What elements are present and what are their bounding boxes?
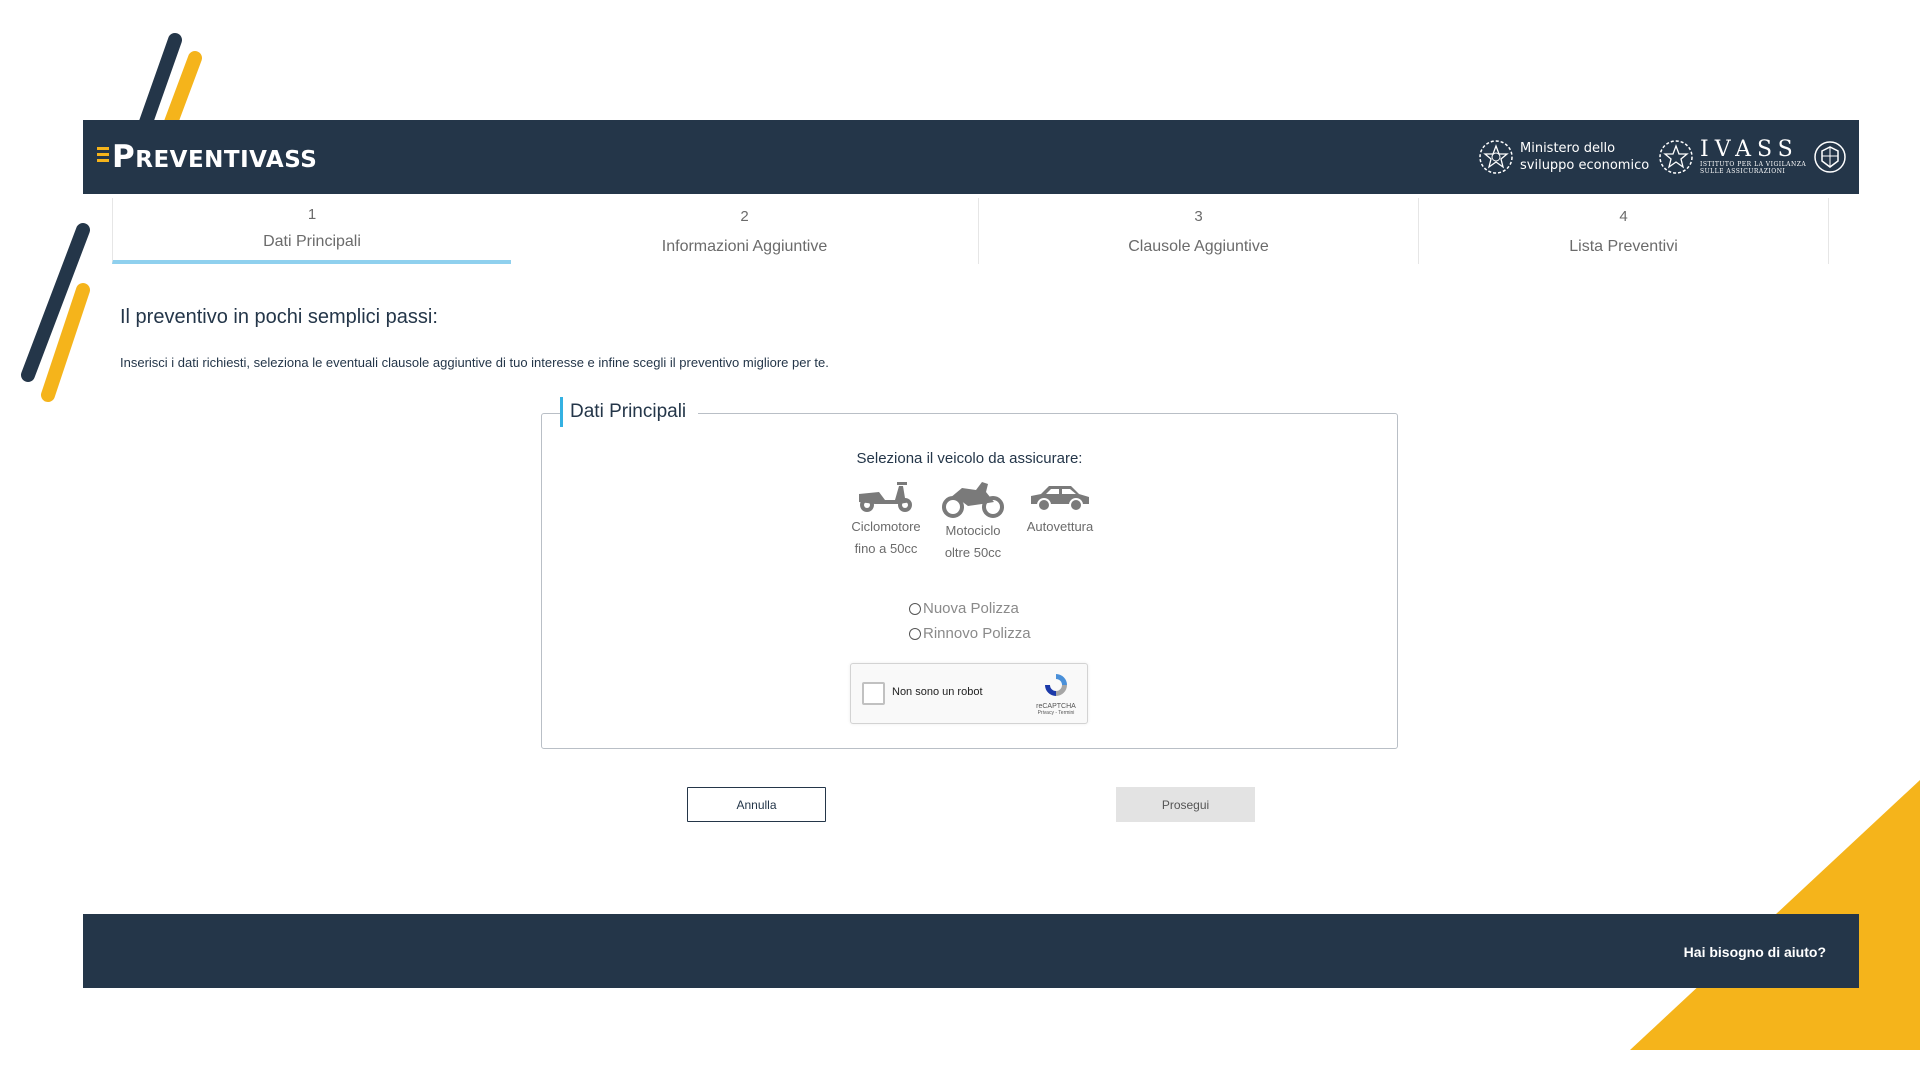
intro-text: Inserisci i dati richiesti, seleziona le… bbox=[120, 355, 829, 370]
vehicle-prompt: Seleziona il veicolo da assicurare: bbox=[856, 450, 1083, 467]
menu-bars-icon bbox=[97, 146, 109, 162]
ivass-crest-icon bbox=[1814, 141, 1846, 173]
step-label: Lista Preventivi bbox=[1569, 238, 1678, 255]
italian-emblem-icon bbox=[1479, 140, 1513, 174]
motorcycle-icon bbox=[942, 482, 1004, 518]
radio-circle[interactable] bbox=[909, 627, 921, 640]
recaptcha-widget: Non sono un robot reCAPTCHA Privacy - Te… bbox=[850, 663, 1088, 724]
scooter-icon bbox=[859, 482, 912, 512]
next-button[interactable]: Prosegui bbox=[1116, 787, 1255, 822]
vehicle-ciclomotore[interactable]: Ciclomotore fino a 50cc bbox=[843, 478, 929, 560]
radio-label: Rinnovo Polizza bbox=[923, 625, 1031, 642]
step-label: Informazioni Aggiuntive bbox=[661, 238, 828, 255]
recaptcha-brand: reCAPTCHA bbox=[1036, 703, 1076, 710]
vehicle-options: Ciclomotore fino a 50cc Motociclo oltre 50… bbox=[843, 478, 1103, 574]
step-number: 1 bbox=[307, 206, 317, 223]
ivass-logo[interactable]: IVASS ISTITUTO PER LA VIGILANZA SULLE AS… bbox=[1658, 135, 1848, 179]
wizard-steps: 1 Dati Principali 2 Informazioni Aggiunt… bbox=[112, 198, 1832, 266]
step-informazioni-aggiuntive[interactable]: 2 Informazioni Aggiuntive bbox=[511, 198, 979, 264]
dati-principali-fieldset: Dati Principali Seleziona il veicolo da … bbox=[541, 397, 1398, 749]
radio-label: Nuova Polizza bbox=[923, 600, 1019, 617]
page-frame: PREVENTIVASS Ministero dello sviluppo ec… bbox=[83, 120, 1859, 988]
vehicle-label: Motociclo oltre 50cc bbox=[944, 523, 1002, 560]
header-bar: PREVENTIVASS Ministero dello sviluppo ec… bbox=[83, 120, 1859, 194]
ministero-text: Ministero dello sviluppo economico bbox=[1520, 141, 1650, 173]
step-clausole-aggiuntive[interactable]: 3 Clausole Aggiuntive bbox=[979, 198, 1419, 264]
vehicle-label: Autovettura bbox=[1026, 519, 1094, 534]
step-label: Dati Principali bbox=[263, 233, 361, 250]
vehicle-label: Ciclomotore fino a 50cc bbox=[851, 519, 921, 556]
step-number: 2 bbox=[740, 208, 749, 225]
cancel-button[interactable]: Annulla bbox=[687, 787, 826, 822]
recaptcha-icon bbox=[1045, 674, 1067, 696]
step-lista-preventivi[interactable]: 4 Lista Preventivi bbox=[1419, 198, 1829, 264]
recaptcha-logo: reCAPTCHA Privacy - Termini bbox=[1034, 671, 1078, 716]
logo-text: PREVENTIVASS bbox=[112, 139, 318, 175]
help-link[interactable]: Hai bisogno di aiuto? bbox=[1684, 944, 1826, 960]
radio-nuova-polizza[interactable]: Nuova Polizza bbox=[909, 596, 1031, 621]
fieldset-legend: Dati Principali bbox=[560, 397, 699, 427]
car-icon bbox=[1031, 486, 1089, 512]
policy-type-radios: Nuova Polizza Rinnovo Polizza bbox=[909, 596, 1031, 646]
vehicle-motociclo[interactable]: Motociclo oltre 50cc bbox=[930, 478, 1016, 564]
vehicle-autovettura[interactable]: Autovettura bbox=[1017, 478, 1103, 538]
step-number: 4 bbox=[1619, 208, 1628, 225]
preventivass-logo[interactable]: PREVENTIVASS bbox=[97, 139, 318, 175]
step-number: 3 bbox=[1194, 208, 1203, 225]
radio-rinnovo-polizza[interactable]: Rinnovo Polizza bbox=[909, 621, 1031, 646]
radio-circle[interactable] bbox=[909, 602, 921, 615]
ministero-logo[interactable]: Ministero dello sviluppo economico bbox=[1478, 136, 1649, 178]
recaptcha-terms-link[interactable]: Privacy - Termini bbox=[1034, 710, 1078, 716]
recaptcha-checkbox[interactable] bbox=[862, 682, 885, 705]
step-label: Clausole Aggiuntive bbox=[1128, 238, 1269, 255]
recaptcha-label: Non sono un robot bbox=[892, 686, 983, 698]
footer-bar: Hai bisogno di aiuto? bbox=[83, 914, 1859, 988]
italian-emblem-icon bbox=[1659, 140, 1693, 174]
page-title: Il preventivo in pochi semplici passi: bbox=[120, 306, 438, 328]
ivass-text: IVASS ISTITUTO PER LA VIGILANZA SULLE AS… bbox=[1700, 137, 1807, 176]
step-dati-principali[interactable]: 1 Dati Principali bbox=[112, 198, 511, 264]
